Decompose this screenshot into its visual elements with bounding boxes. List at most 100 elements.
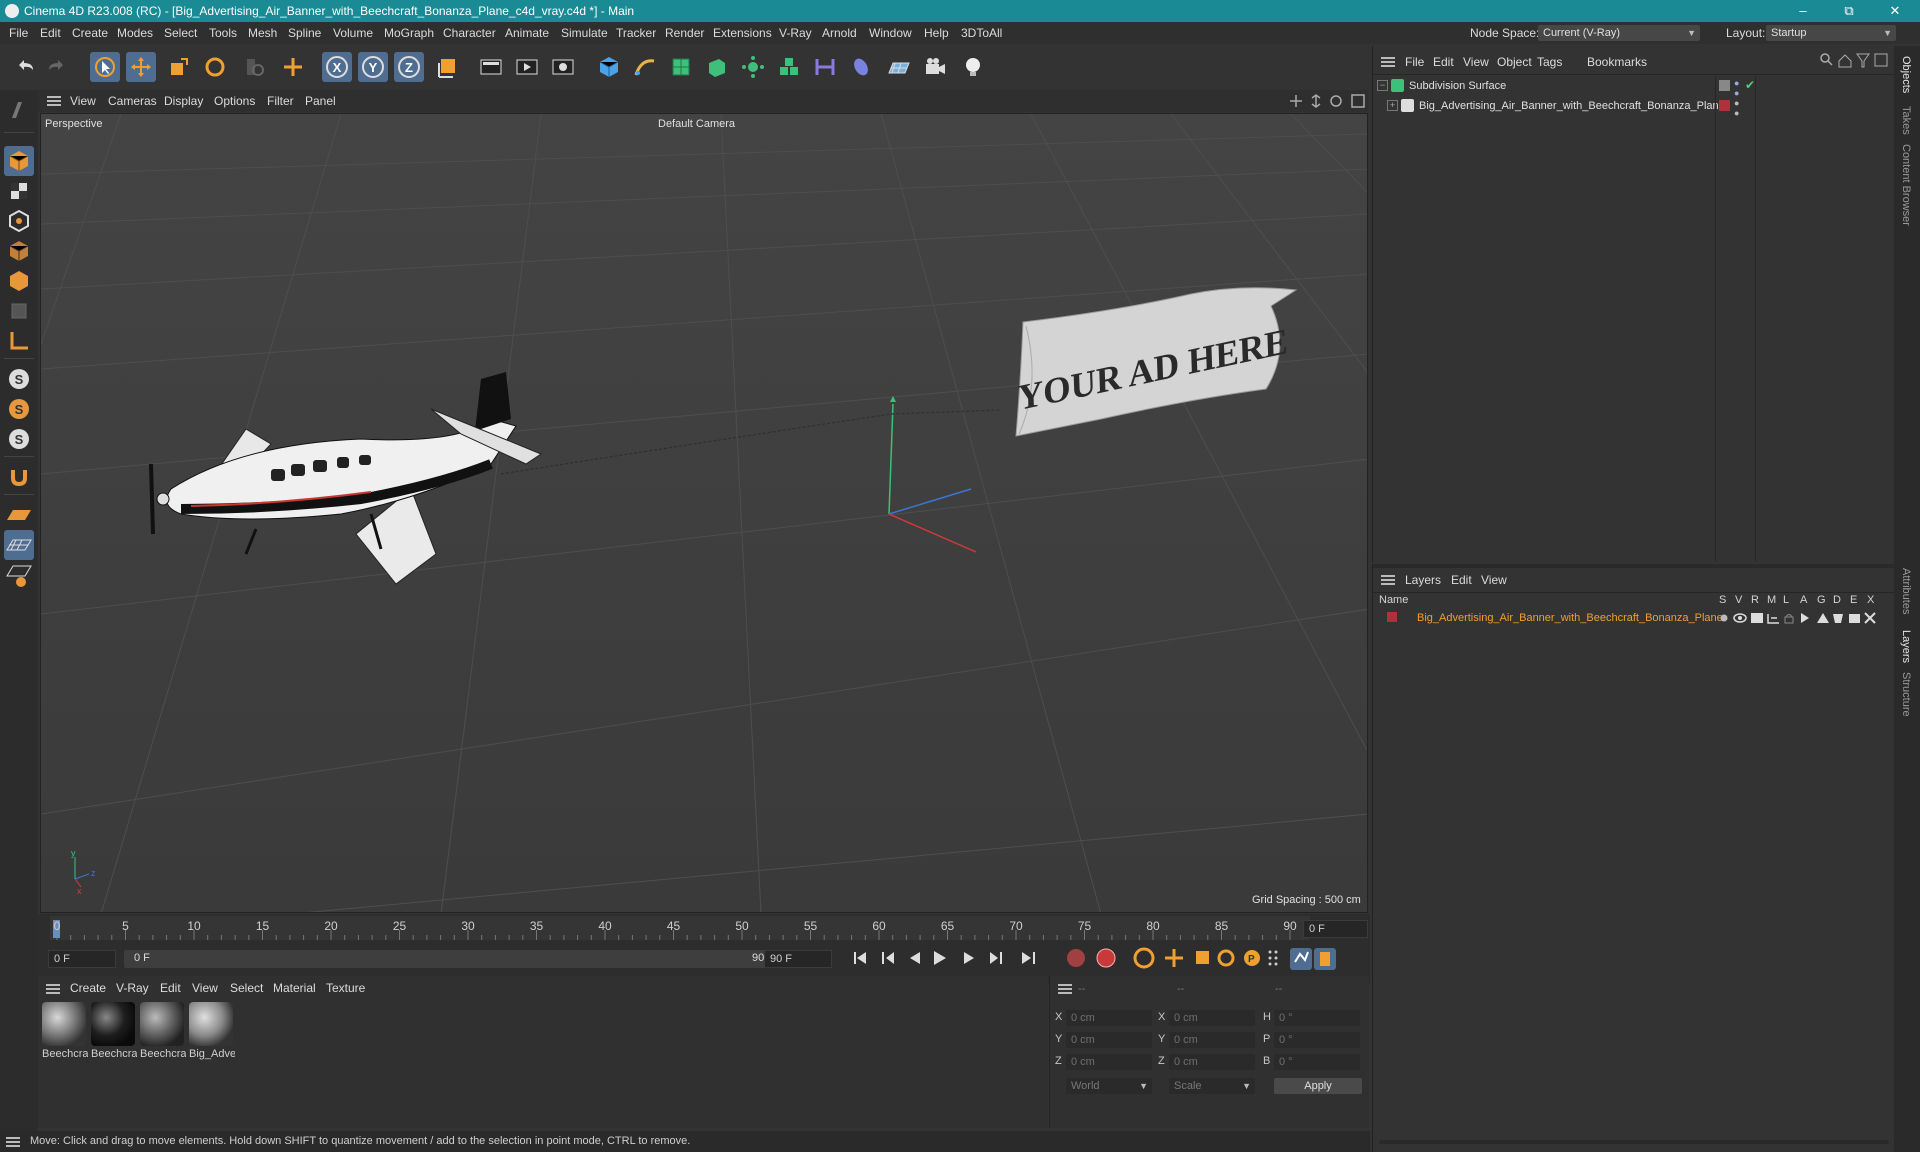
material-menu-material[interactable]: Material xyxy=(273,981,316,995)
material-swatch[interactable] xyxy=(189,1002,233,1046)
preview-range-slider[interactable]: 0 F 90 F xyxy=(124,950,784,968)
layer-menu-view[interactable]: View xyxy=(1481,573,1507,587)
floor-icon[interactable] xyxy=(884,52,914,82)
scale-icon[interactable] xyxy=(164,52,194,82)
menu-tools[interactable]: Tools xyxy=(209,26,237,40)
viewport-menu-options[interactable]: Options xyxy=(214,94,255,108)
menu-extensions[interactable]: Extensions xyxy=(713,26,772,40)
frame-ruler[interactable]: 0 5 10 15 20 25 30 35 40 45 50 55 60 65 70 75 80 85 90 xyxy=(50,916,1310,940)
pos-x-field[interactable]: 0 cm xyxy=(1066,1010,1152,1026)
material-manager-menu-icon[interactable] xyxy=(46,984,60,994)
pos-y-field[interactable]: 0 cm xyxy=(1066,1032,1152,1048)
workplane-icon[interactable] xyxy=(4,500,34,530)
menu-spline[interactable]: Spline xyxy=(288,26,321,40)
array-icon[interactable] xyxy=(738,52,768,82)
extrude-icon[interactable] xyxy=(702,52,732,82)
object-menu-object[interactable]: Object xyxy=(1497,55,1532,69)
points-mode-icon[interactable] xyxy=(4,236,34,266)
column-xref[interactable]: X xyxy=(1867,594,1874,606)
pos-z-field[interactable]: 0 cm xyxy=(1066,1054,1152,1070)
menu-mograph[interactable]: MoGraph xyxy=(384,26,434,40)
size-y-field[interactable]: 0 cm xyxy=(1169,1032,1255,1048)
column-render[interactable]: R xyxy=(1751,594,1759,606)
menu-help[interactable]: Help xyxy=(924,26,949,40)
layer-name[interactable]: Big_Advertising_Air_Banner_with_Beechcra… xyxy=(1417,612,1723,624)
close-button[interactable]: ✕ xyxy=(1880,1,1910,21)
make-editable-icon[interactable] xyxy=(4,96,34,126)
column-deformers[interactable]: D xyxy=(1833,594,1841,606)
size-z-field[interactable]: 0 cm xyxy=(1169,1054,1255,1070)
menu-modes[interactable]: Modes xyxy=(117,26,153,40)
tab-takes[interactable]: Takes xyxy=(1900,106,1912,135)
column-solo[interactable]: S xyxy=(1719,594,1726,606)
visibility-dots-icon[interactable]: ● ● xyxy=(1734,98,1739,118)
column-view[interactable]: V xyxy=(1735,594,1742,606)
column-locked[interactable]: L xyxy=(1783,594,1789,606)
current-frame-field[interactable]: 0 F xyxy=(1303,920,1368,938)
menu-select[interactable]: Select xyxy=(164,26,197,40)
object-menu-bookmarks[interactable]: Bookmarks xyxy=(1587,55,1647,69)
object-manager-menu-icon[interactable] xyxy=(1381,57,1395,67)
render-settings-icon[interactable] xyxy=(548,52,578,82)
pen-spline-icon[interactable] xyxy=(630,52,660,82)
solo-selection-icon[interactable]: S xyxy=(4,424,34,454)
node-space-dropdown[interactable]: Current (V-Ray) ▼ xyxy=(1538,25,1700,41)
object-menu-view[interactable]: View xyxy=(1463,55,1489,69)
solo-hierarchy-icon[interactable]: S xyxy=(4,394,34,424)
grid-icon[interactable] xyxy=(4,530,34,560)
layout-dropdown[interactable]: Startup ▼ xyxy=(1766,25,1896,41)
layer-row[interactable]: Big_Advertising_Air_Banner_with_Beechcra… xyxy=(1373,608,1895,628)
viewport-menu-cameras[interactable]: Cameras xyxy=(108,94,157,108)
cube-icon[interactable] xyxy=(594,52,624,82)
apply-button[interactable]: Apply xyxy=(1274,1078,1362,1094)
layer-swatch-icon[interactable] xyxy=(1719,100,1730,111)
material-swatch[interactable] xyxy=(91,1002,135,1046)
axis-mode-icon[interactable] xyxy=(4,326,34,356)
end-frame-field[interactable]: 90 F xyxy=(764,950,832,968)
subdivision-surface-icon[interactable] xyxy=(666,52,696,82)
material-menu-texture[interactable]: Texture xyxy=(326,981,365,995)
tab-content-browser[interactable]: Content Browser xyxy=(1900,144,1912,226)
menu-mesh[interactable]: Mesh xyxy=(248,26,277,40)
tab-structure[interactable]: Structure xyxy=(1900,672,1912,717)
menu-create[interactable]: Create xyxy=(72,26,108,40)
coordinates-menu-icon[interactable] xyxy=(1058,984,1072,994)
render-view-icon[interactable] xyxy=(476,52,506,82)
viewport-menu-view[interactable]: View xyxy=(70,94,96,108)
menu-simulate[interactable]: Simulate xyxy=(561,26,608,40)
viewport-menu-filter[interactable]: Filter xyxy=(267,94,294,108)
rot-p-field[interactable]: 0 ° xyxy=(1274,1032,1360,1048)
coordinate-system-icon[interactable] xyxy=(432,52,462,82)
rot-h-field[interactable]: 0 ° xyxy=(1274,1010,1360,1026)
layer-menu-edit[interactable]: Edit xyxy=(1451,573,1472,587)
redo-icon[interactable] xyxy=(42,52,72,82)
material-menu-view[interactable]: View xyxy=(192,981,218,995)
menu-arnold[interactable]: Arnold xyxy=(822,26,857,40)
column-generators[interactable]: G xyxy=(1817,594,1826,606)
material-menu-create[interactable]: Create xyxy=(70,981,106,995)
layer-toggle-icons[interactable] xyxy=(1719,610,1895,626)
layer-horizontal-scrollbar[interactable] xyxy=(1379,1140,1889,1144)
tab-attributes[interactable]: Attributes xyxy=(1900,568,1912,614)
column-manager[interactable]: M xyxy=(1767,594,1776,606)
size-x-field[interactable]: 0 cm xyxy=(1169,1010,1255,1026)
viewport-camera-label[interactable]: Default Camera xyxy=(658,118,735,130)
snapping-icon[interactable] xyxy=(4,462,34,492)
tab-layers[interactable]: Layers xyxy=(1900,630,1912,663)
enabled-check-icon[interactable]: ✔ xyxy=(1745,78,1755,92)
mograph-cloner-icon[interactable] xyxy=(774,52,804,82)
3d-viewport[interactable]: YOUR AD HERE Perspective Default Camera … xyxy=(40,113,1368,913)
menu-window[interactable]: Window xyxy=(869,26,912,40)
field-icon[interactable] xyxy=(846,52,876,82)
material-menu-edit[interactable]: Edit xyxy=(160,981,181,995)
object-menu-edit[interactable]: Edit xyxy=(1433,55,1454,69)
tab-objects[interactable]: Objects xyxy=(1900,56,1912,93)
object-manager-tool-icons[interactable] xyxy=(1819,52,1889,68)
material-swatch[interactable] xyxy=(42,1002,86,1046)
viewport-menu-panel[interactable]: Panel xyxy=(305,94,336,108)
object-menu-file[interactable]: File xyxy=(1405,55,1424,69)
object-name[interactable]: Subdivision Surface xyxy=(1409,80,1506,92)
object-menu-tags[interactable]: Tags xyxy=(1537,55,1562,69)
z-axis-icon[interactable]: Z xyxy=(394,52,424,82)
object-row[interactable]: + Big_Advertising_Air_Banner_with_Beechc… xyxy=(1373,97,1895,118)
